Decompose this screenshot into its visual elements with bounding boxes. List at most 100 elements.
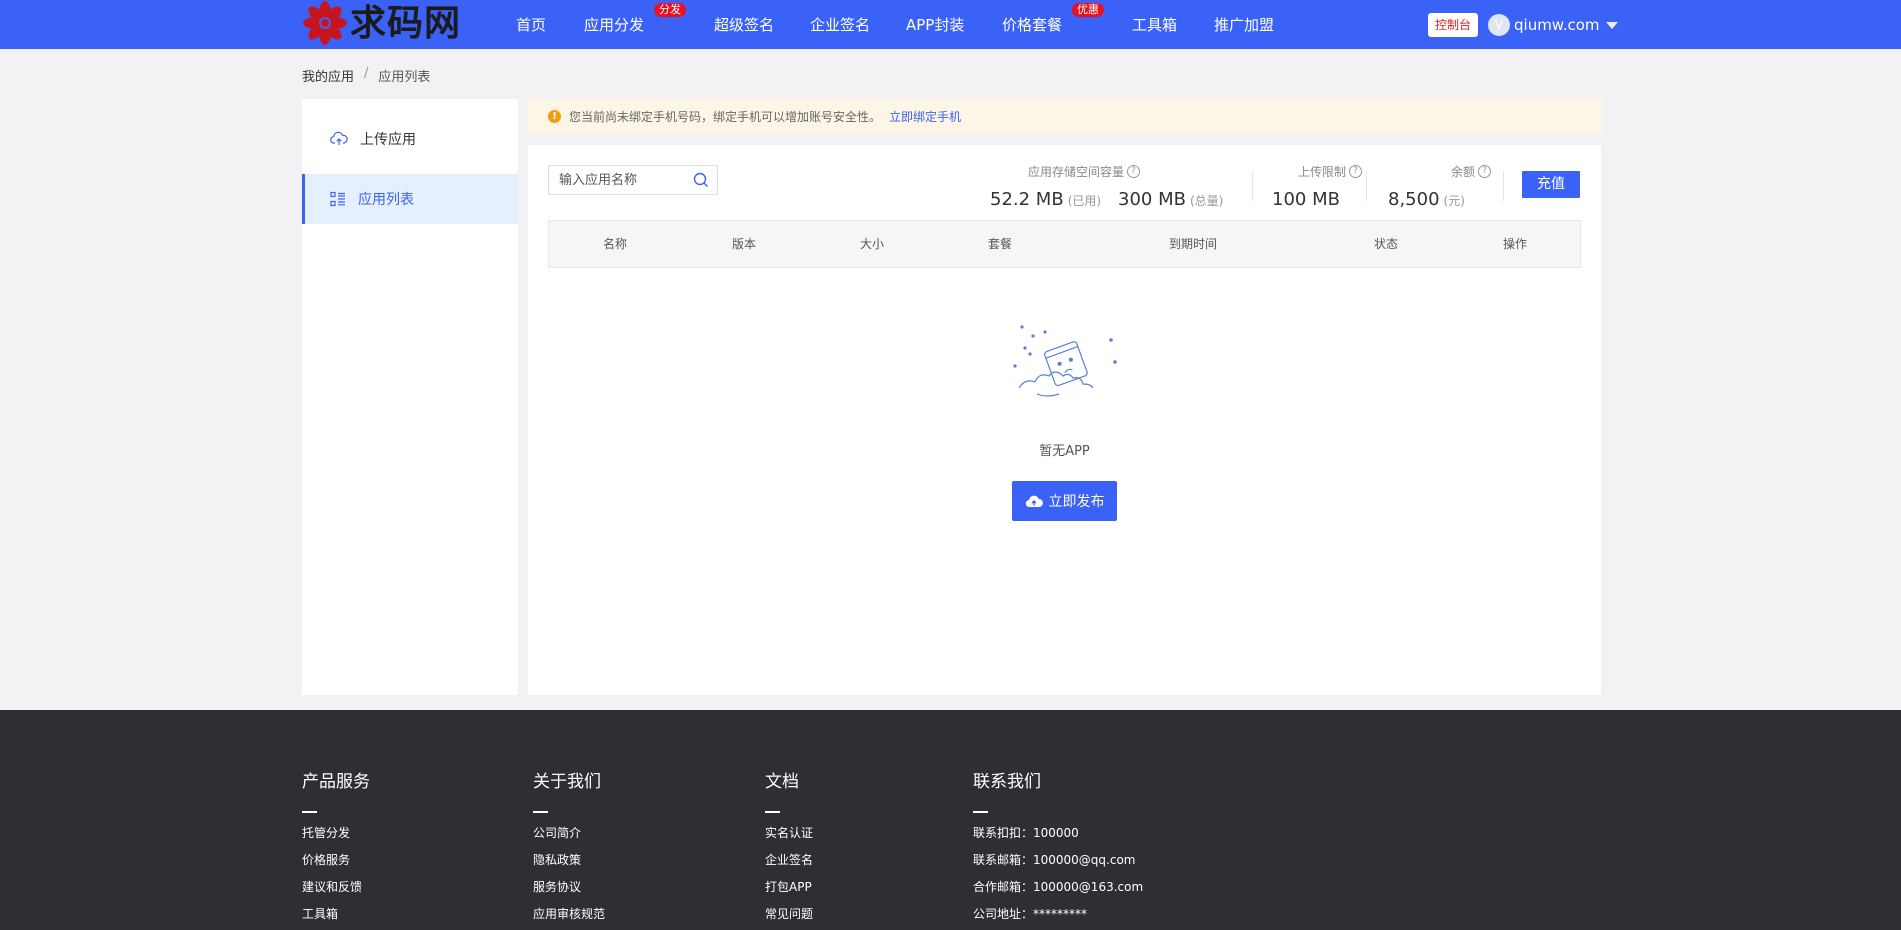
empty-box-illustration-icon xyxy=(1013,325,1117,397)
footer-divider xyxy=(302,811,317,813)
footer-link[interactable]: 公司简介 xyxy=(533,824,605,851)
nav-label: 超级签名 xyxy=(714,16,775,34)
bind-phone-notice: ! 您当前尚未绑定手机号码，绑定手机可以增加账号安全性。 立即绑定手机 xyxy=(528,99,1601,134)
nav-label: APP封装 xyxy=(906,16,965,34)
nav-label: 工具箱 xyxy=(1132,16,1178,34)
sidebar-item-label: 应用列表 xyxy=(358,192,414,208)
storage-used: 52.2 MB (已用) xyxy=(990,189,1101,210)
cloud-upload-icon xyxy=(330,131,348,145)
column-version: 版本 xyxy=(731,237,757,251)
storage-used-value: 52.2 MB xyxy=(990,189,1064,210)
upload-limit-label-row: 上传限制? xyxy=(1272,163,1362,180)
warning-icon: ! xyxy=(548,110,561,123)
user-menu[interactable]: V qiumw.com xyxy=(1488,13,1618,37)
nav-label: 价格套餐 xyxy=(1002,16,1063,34)
footer-divider xyxy=(973,811,988,813)
logo[interactable]: 求码网 xyxy=(302,0,461,46)
nav-app-wrap[interactable]: APP封装 xyxy=(906,0,964,49)
footer-address: 公司地址：********* xyxy=(973,907,1088,921)
nav-promotion[interactable]: 推广加盟 xyxy=(1214,0,1274,49)
nav-super-sign[interactable]: 超级签名 xyxy=(714,0,774,49)
stat-divider xyxy=(1252,171,1253,201)
storage-label: 应用存储空间容量 xyxy=(1027,165,1124,179)
footer-contact-qq: 联系扣扣：100000 xyxy=(973,826,1079,840)
logo-text: 求码网 xyxy=(350,2,462,44)
column-status: 状态 xyxy=(1373,237,1399,251)
storage-stat: 应用存储空间容量? xyxy=(990,163,1140,180)
footer-link[interactable]: 服务协议 xyxy=(533,878,605,905)
upload-limit-stat: 上传限制? xyxy=(1272,163,1362,180)
help-icon[interactable]: ? xyxy=(1349,165,1362,178)
help-icon[interactable]: ? xyxy=(1478,165,1491,178)
footer-column-title: 联系我们 xyxy=(973,772,1041,792)
footer-column-contact: 联系我们 联系扣扣：100000 联系邮箱：100000@qq.com 合作邮箱… xyxy=(973,770,1143,930)
footer-link[interactable]: 隐私政策 xyxy=(533,851,605,878)
storage-total: 300 MB (总量) xyxy=(1118,189,1223,210)
footer: 产品服务 托管分发 价格服务 建议和反馈 工具箱 关于我们 公司简介 隐私政策 … xyxy=(0,710,1901,930)
balance-label: 余额 xyxy=(1450,165,1475,179)
badge-distribution: 分发 xyxy=(654,3,686,17)
balance-stat: 余额? xyxy=(1388,163,1491,180)
nav-enterprise-sign[interactable]: 企业签名 xyxy=(810,0,870,49)
footer-column-docs: 文档 实名认证 企业签名 打包APP 常见问题 xyxy=(765,770,813,930)
footer-link[interactable]: 工具箱 xyxy=(302,905,370,930)
footer-link[interactable]: 企业签名 xyxy=(765,851,813,878)
footer-business-email[interactable]: 合作邮箱：100000@163.com xyxy=(973,878,1143,905)
balance-label-row: 余额? xyxy=(1388,163,1491,180)
balance-amount: 8,500 (元) xyxy=(1388,189,1465,210)
footer-link[interactable]: 打包APP xyxy=(765,878,813,905)
storage-label-row: 应用存储空间容量? xyxy=(990,163,1140,180)
sidebar-item-upload[interactable]: 上传应用 xyxy=(302,114,518,164)
nav-label: 首页 xyxy=(516,16,547,34)
footer-column-title: 文档 xyxy=(765,772,799,792)
nav-toolbox[interactable]: 工具箱 xyxy=(1132,0,1177,49)
column-actions: 操作 xyxy=(1502,237,1528,251)
footer-column-about: 关于我们 公司简介 隐私政策 服务协议 应用审核规范 xyxy=(533,770,605,930)
nav-label: 应用分发 xyxy=(584,16,645,34)
stat-divider xyxy=(1503,171,1504,201)
balance-unit: (元) xyxy=(1443,194,1465,208)
publish-now-label: 立即发布 xyxy=(1048,494,1105,510)
username: qiumw.com xyxy=(1514,16,1600,34)
badge-discount: 优惠 xyxy=(1072,3,1104,17)
upload-limit-value: 100 MB xyxy=(1272,189,1340,210)
footer-divider xyxy=(765,811,780,813)
help-icon[interactable]: ? xyxy=(1127,165,1140,178)
sidebar-item-app-list[interactable]: 应用列表 xyxy=(302,174,518,224)
recharge-button[interactable]: 充值 xyxy=(1522,171,1580,198)
search-icon[interactable] xyxy=(693,172,709,188)
app-list-panel: 应用存储空间容量? 52.2 MB(已用) 300 MB(总量) 上传限制? 1… xyxy=(528,145,1601,695)
footer-link[interactable]: 价格服务 xyxy=(302,851,370,878)
breadcrumb-separator: / xyxy=(364,66,369,81)
footer-link[interactable]: 常见问题 xyxy=(765,905,813,930)
column-name: 名称 xyxy=(602,237,628,251)
storage-total-unit: (总量) xyxy=(1189,194,1224,208)
top-navbar: 求码网 首页 应用分发 分发 超级签名 企业签名 APP封装 价格套餐 优惠 工具箱… xyxy=(0,0,1901,49)
search-box xyxy=(548,165,718,195)
publish-now-button[interactable]: 立即发布 xyxy=(1012,481,1117,521)
search-input[interactable] xyxy=(549,166,679,194)
column-plan: 套餐 xyxy=(987,237,1013,251)
nav-app-distribution[interactable]: 应用分发 分发 xyxy=(584,0,686,49)
console-button[interactable]: 控制台 xyxy=(1428,13,1478,37)
breadcrumb-root[interactable]: 我的应用 xyxy=(302,66,354,85)
nav-pricing[interactable]: 价格套餐 优惠 xyxy=(1002,0,1104,49)
footer-link[interactable]: 托管分发 xyxy=(302,824,370,851)
footer-link[interactable]: 建议和反馈 xyxy=(302,878,370,905)
nav-home[interactable]: 首页 xyxy=(516,0,546,49)
avatar: V xyxy=(1488,14,1510,36)
sidebar-item-label: 上传应用 xyxy=(360,132,416,148)
footer-column-title: 产品服务 xyxy=(302,772,370,792)
footer-divider xyxy=(533,811,548,813)
flower-logo-icon xyxy=(303,1,347,45)
bind-phone-link[interactable]: 立即绑定手机 xyxy=(889,108,961,125)
footer-link[interactable]: 应用审核规范 xyxy=(533,905,605,930)
breadcrumb-current: 应用列表 xyxy=(378,70,431,85)
breadcrumb: 我的应用 / 应用列表 xyxy=(302,66,430,85)
list-icon xyxy=(330,191,345,207)
footer-link[interactable]: 实名认证 xyxy=(765,824,813,851)
footer-contact-email[interactable]: 联系邮箱：100000@qq.com xyxy=(973,851,1143,878)
column-size: 大小 xyxy=(859,237,885,251)
column-expire-time: 到期时间 xyxy=(1168,237,1218,251)
balance-value: 8,500 xyxy=(1388,189,1440,210)
